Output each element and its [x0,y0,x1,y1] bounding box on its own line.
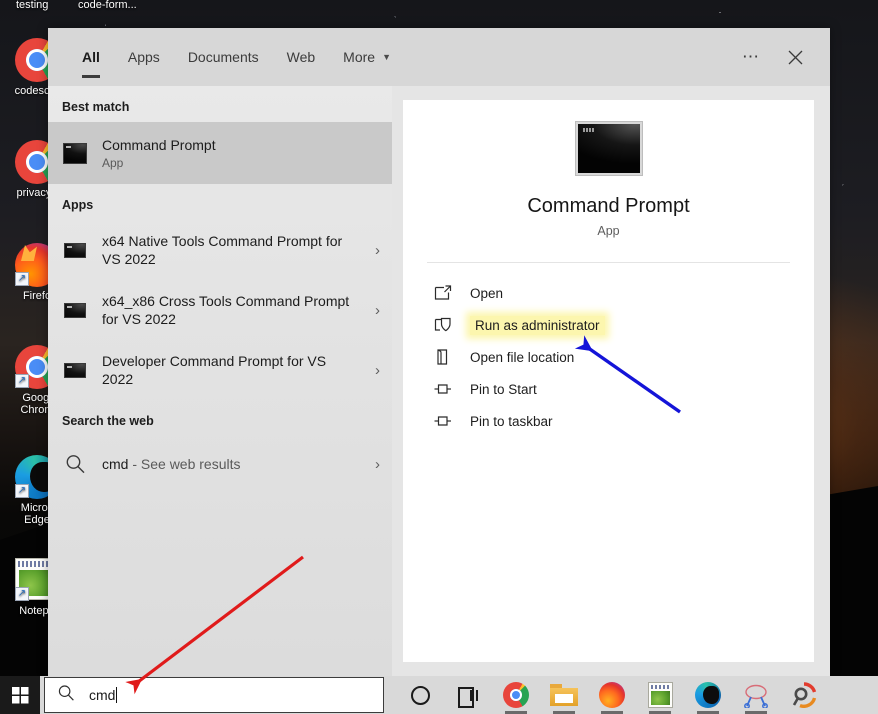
folder-open-icon [433,347,453,367]
shield-icon [433,315,453,335]
shortcut-overlay-icon: ↗ [15,272,29,286]
tab-web[interactable]: Web [273,28,330,86]
result-title: Developer Command Prompt for VS 2022 [102,352,355,388]
taskbar-app-icons [398,676,826,714]
taskbar-firefox-icon[interactable] [590,676,634,714]
action-pin-to-taskbar[interactable]: Pin to taskbar [433,405,814,437]
taskbar: cmd [0,676,878,714]
preview-pane-wrapper: Command Prompt App Open [392,86,830,676]
app-preview-pane: Command Prompt App Open [403,100,814,662]
command-prompt-icon [62,140,88,166]
result-text: x64 Native Tools Command Prompt for VS 2… [102,232,355,268]
search-tabs: All Apps Documents Web More ▼ [48,28,405,86]
tab-label: All [82,49,100,65]
action-pin-to-start[interactable]: Pin to Start [433,373,814,405]
app-actions-list: Open Run as administrator [403,263,814,437]
flyout-body: Best match Command Prompt App Apps x64 N… [48,86,830,676]
search-results-column: Best match Command Prompt App Apps x64 N… [48,86,392,676]
taskbar-file-explorer-icon[interactable] [542,676,586,714]
text-cursor [116,687,117,703]
action-label: Open file location [470,350,574,365]
action-label: Pin to taskbar [470,414,553,429]
result-developer-command-prompt[interactable]: Developer Command Prompt for VS 2022 › [48,340,392,400]
chevron-down-icon: ▼ [382,52,391,62]
taskbar-notepad-plus-plus-icon[interactable] [638,676,682,714]
preview-app-title: Command Prompt [527,195,689,218]
result-text: x64_x86 Cross Tools Command Prompt for V… [102,292,355,328]
web-search-suffix: - See web results [128,456,240,472]
open-icon [433,283,453,303]
shortcut-overlay-icon: ↗ [15,587,29,601]
search-tab-bar: All Apps Documents Web More ▼ ⋯ [48,28,830,86]
taskbar-google-chrome-icon[interactable] [494,676,538,714]
result-text: Command Prompt App [102,136,380,170]
more-options-icon[interactable]: ⋯ [730,37,772,77]
web-search-query: cmd [102,456,128,472]
search-icon [62,451,88,477]
result-subtitle: App [102,156,380,170]
section-heading-best-match: Best match [48,86,392,122]
search-icon [57,684,75,707]
command-prompt-icon [62,237,88,263]
pin-icon [433,379,453,399]
tab-documents[interactable]: Documents [174,28,273,86]
tab-more[interactable]: More ▼ [329,28,405,86]
taskbar-snipping-tool-icon[interactable] [734,676,778,714]
preview-app-subtitle: App [597,224,619,238]
command-prompt-icon [576,122,642,175]
tab-apps[interactable]: Apps [114,28,174,86]
task-view-icon[interactable] [446,676,490,714]
cortana-icon[interactable] [398,676,442,714]
desktop-label-testing: testing [16,0,48,11]
result-x64-x86-cross-tools[interactable]: x64_x86 Cross Tools Command Prompt for V… [48,280,392,340]
result-x64-native-tools[interactable]: x64 Native Tools Command Prompt for VS 2… [48,220,392,280]
result-text: cmd - See web results [102,455,355,473]
desktop-label-code-form: code-form... [78,0,137,11]
search-input-value: cmd [89,687,117,703]
section-heading-search-the-web: Search the web [48,400,392,436]
action-open-file-location[interactable]: Open file location [433,341,814,373]
result-web-search-cmd[interactable]: cmd - See web results › [48,436,392,492]
tab-label: Web [287,49,316,65]
chevron-right-icon[interactable]: › [369,242,380,259]
result-title: cmd - See web results [102,455,355,473]
chevron-right-icon[interactable]: › [369,456,380,473]
windows-start-icon[interactable] [0,676,40,714]
command-prompt-icon [62,357,88,383]
shortcut-overlay-icon: ↗ [15,484,29,498]
result-title: Command Prompt [102,136,380,154]
command-prompt-icon [62,297,88,323]
shortcut-overlay-icon: ↗ [15,374,29,388]
tab-label: Documents [188,49,259,65]
action-label: Run as administrator [470,316,605,335]
result-text: Developer Command Prompt for VS 2022 [102,352,355,388]
tab-all[interactable]: All [68,28,114,86]
taskbar-app-icon[interactable] [782,676,826,714]
chevron-right-icon[interactable]: › [369,302,380,319]
action-open[interactable]: Open [433,277,814,309]
close-icon[interactable] [774,37,816,77]
tab-label: Apps [128,49,160,65]
action-run-as-administrator[interactable]: Run as administrator [433,309,814,341]
pin-icon [433,411,453,431]
flyout-window-controls: ⋯ [730,37,816,77]
action-label: Open [470,286,503,301]
app-hero: Command Prompt App [403,100,814,254]
taskbar-search-input[interactable]: cmd [44,677,384,713]
result-title: x64 Native Tools Command Prompt for VS 2… [102,232,355,268]
action-label: Pin to Start [470,382,537,397]
section-heading-apps: Apps [48,184,392,220]
windows-search-flyout: All Apps Documents Web More ▼ ⋯ [48,28,830,676]
result-title: x64_x86 Cross Tools Command Prompt for V… [102,292,355,328]
chevron-right-icon[interactable]: › [369,362,380,379]
tab-label: More [343,49,375,65]
taskbar-microsoft-edge-icon[interactable] [686,676,730,714]
result-command-prompt[interactable]: Command Prompt App [48,122,392,184]
